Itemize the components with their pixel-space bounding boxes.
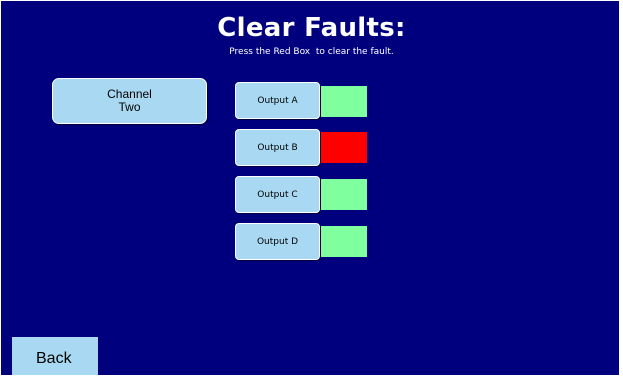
output-b-button[interactable]: Output B [235, 129, 320, 166]
hmi-screen: Clear Faults: Press the Red Box to clear… [0, 0, 623, 377]
page-title: Clear Faults: [217, 13, 406, 43]
output-d-status-indicator[interactable] [321, 226, 367, 257]
output-c-button[interactable]: Output C [235, 176, 320, 213]
output-a-button[interactable]: Output A [235, 82, 320, 119]
page-subtitle: Press the Red Box to clear the fault. [229, 47, 394, 57]
back-button[interactable]: Back [12, 337, 98, 375]
channel-button[interactable]: Channel Two [52, 78, 207, 124]
output-b-status-indicator[interactable] [321, 132, 367, 163]
output-a-status-indicator[interactable] [321, 86, 367, 117]
output-c-status-indicator[interactable] [321, 179, 367, 210]
output-d-button[interactable]: Output D [235, 223, 320, 260]
